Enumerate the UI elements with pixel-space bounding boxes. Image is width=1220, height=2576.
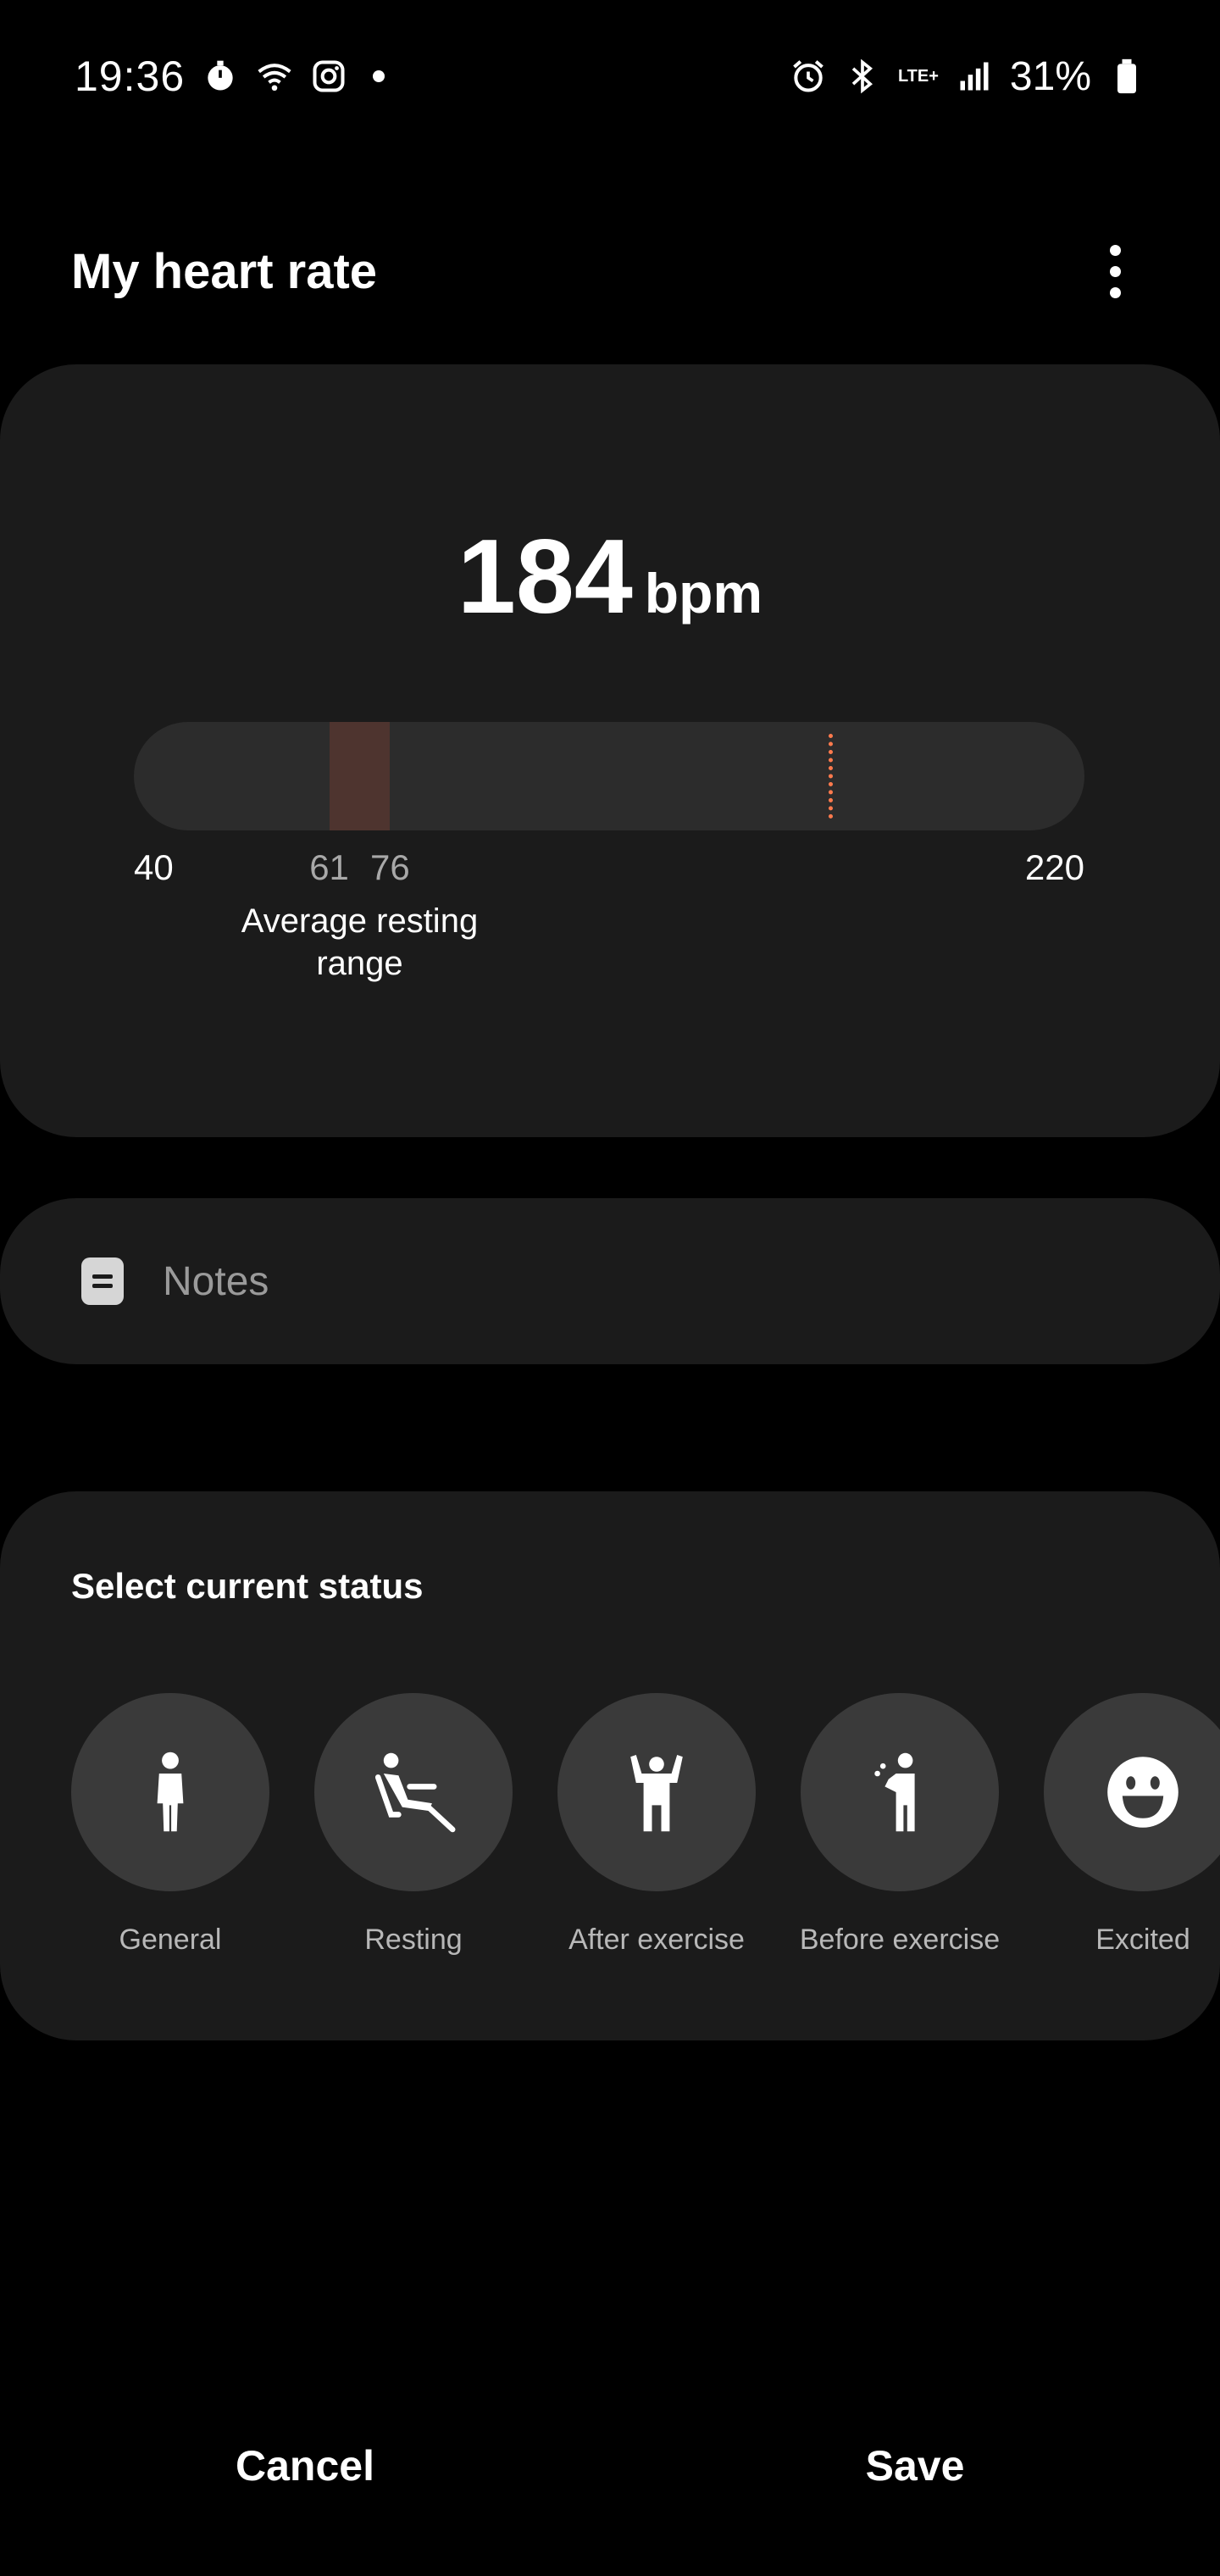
bottom-action-bar: Cancel Save bbox=[0, 2423, 1220, 2508]
status-option-before-exercise[interactable]: Before exercise bbox=[800, 1693, 1000, 1957]
person-stretching-icon bbox=[874, 1752, 915, 1832]
status-label: General bbox=[119, 1924, 222, 1956]
save-button[interactable]: Save bbox=[610, 2423, 1220, 2508]
instagram-icon bbox=[310, 58, 347, 95]
more-vert-icon bbox=[1109, 286, 1121, 298]
cancel-button[interactable]: Cancel bbox=[0, 2423, 610, 2508]
notification-dot-icon bbox=[373, 70, 385, 82]
note-icon bbox=[81, 1257, 124, 1305]
status-options[interactable]: General Resting After exercise Before ex… bbox=[71, 1693, 1220, 1973]
status-heading: Select current status bbox=[71, 1566, 424, 1606]
alarm-icon bbox=[790, 58, 827, 95]
heart-rate-screen: 19:36 LTE+ 31% My heart rate 184 bpm 40 … bbox=[0, 0, 1220, 2576]
bpm-readout: 184 bpm bbox=[0, 517, 1220, 637]
page-title: My heart rate bbox=[71, 243, 378, 299]
status-circle bbox=[557, 1693, 756, 1891]
scale-min-label: 40 bbox=[134, 847, 174, 887]
battery-percent: 31% bbox=[1009, 53, 1091, 99]
status-label: After exercise bbox=[568, 1924, 745, 1956]
notes-placeholder: Notes bbox=[163, 1258, 269, 1304]
status-bar: 19:36 LTE+ 31% bbox=[75, 51, 1145, 102]
status-circle bbox=[314, 1693, 513, 1891]
status-option-resting[interactable]: Resting bbox=[314, 1693, 513, 1957]
status-option-excited[interactable]: Excited bbox=[1044, 1693, 1220, 1957]
app-header: My heart rate bbox=[71, 229, 1149, 314]
battery-icon bbox=[1108, 58, 1145, 95]
status-selector-card: Select current status General Resting Af… bbox=[0, 1491, 1220, 2040]
status-circle bbox=[801, 1693, 999, 1891]
heart-rate-card: 184 bpm 40 61 76 220 Average resting rang… bbox=[0, 364, 1220, 1137]
status-circle bbox=[1044, 1693, 1220, 1891]
resting-range-caption: Average resting range bbox=[241, 902, 479, 982]
more-vert-icon bbox=[1109, 244, 1121, 256]
current-bpm-marker bbox=[828, 734, 833, 819]
status-option-after-exercise[interactable]: After exercise bbox=[557, 1693, 756, 1957]
status-label: Before exercise bbox=[799, 1924, 1001, 1956]
bpm-value: 184 bbox=[457, 519, 633, 636]
notes-field[interactable]: Notes bbox=[0, 1198, 1220, 1364]
status-label: Excited bbox=[1095, 1924, 1190, 1956]
clock: 19:36 bbox=[75, 53, 186, 100]
person-reclining-icon bbox=[374, 1752, 456, 1833]
status-label: Resting bbox=[364, 1924, 463, 1956]
signal-icon bbox=[956, 58, 993, 95]
heart-rate-range-bar bbox=[134, 722, 1084, 830]
stopwatch-icon bbox=[202, 58, 239, 95]
status-bar-right: LTE+ 31% bbox=[790, 53, 1145, 100]
wifi-icon bbox=[256, 58, 293, 95]
status-option-general[interactable]: General bbox=[71, 1693, 269, 1957]
person-standing-icon bbox=[157, 1752, 184, 1832]
resting-low-label: 61 bbox=[309, 847, 349, 887]
person-flexing-icon bbox=[630, 1755, 683, 1832]
more-vert-icon bbox=[1109, 265, 1121, 277]
resting-high-label: 76 bbox=[370, 847, 410, 887]
lte-icon: LTE+ bbox=[897, 67, 939, 86]
status-circle bbox=[71, 1693, 269, 1891]
bluetooth-icon bbox=[844, 58, 881, 95]
scale-max-label: 220 bbox=[1024, 847, 1084, 887]
smiley-face-icon bbox=[1107, 1757, 1178, 1828]
status-bar-left: 19:36 bbox=[75, 52, 385, 101]
resting-range-band bbox=[329, 722, 391, 830]
more-options-button[interactable] bbox=[1081, 229, 1149, 314]
bpm-unit: bpm bbox=[644, 562, 763, 625]
